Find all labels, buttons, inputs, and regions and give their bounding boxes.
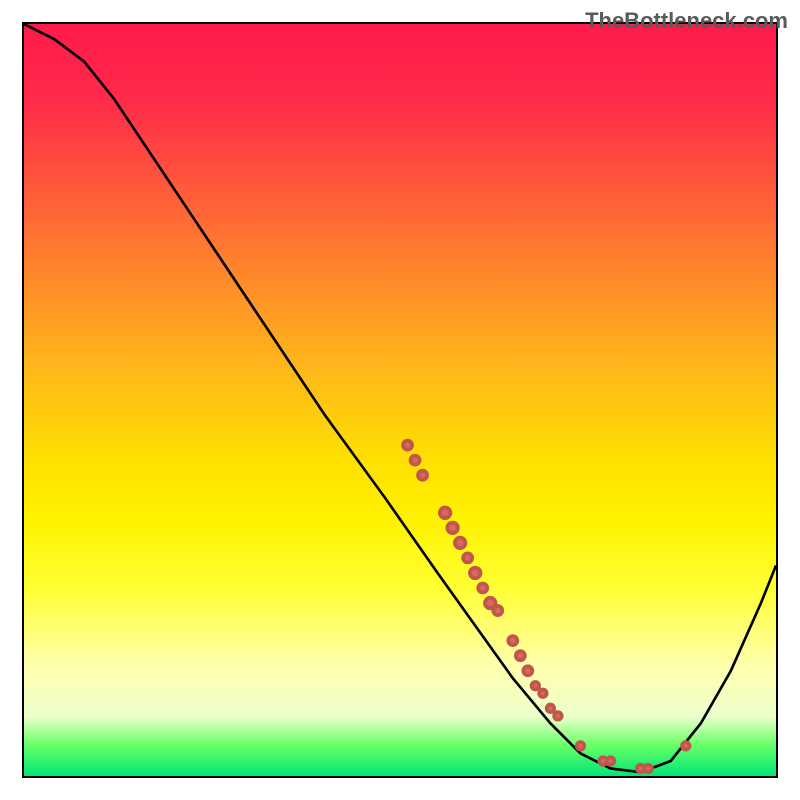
data-point xyxy=(455,538,466,549)
data-point xyxy=(554,712,562,720)
chart-svg xyxy=(24,24,776,776)
data-point xyxy=(682,742,690,750)
data-point xyxy=(607,757,615,765)
data-point xyxy=(493,606,502,615)
data-point xyxy=(508,636,517,645)
data-point xyxy=(418,471,427,480)
data-point xyxy=(644,765,652,773)
data-point xyxy=(411,456,420,465)
data-point xyxy=(463,553,472,562)
scatter-points-group xyxy=(403,441,690,773)
data-point xyxy=(532,682,540,690)
data-point xyxy=(478,583,487,592)
data-point xyxy=(403,441,412,450)
data-point xyxy=(577,742,585,750)
bottleneck-curve xyxy=(24,24,776,772)
data-point xyxy=(539,690,547,698)
data-point xyxy=(440,508,451,519)
data-point xyxy=(516,651,525,660)
data-point xyxy=(447,523,458,534)
data-point xyxy=(470,568,481,579)
data-point xyxy=(547,705,555,713)
chart-plot-area xyxy=(22,22,778,778)
watermark-text: TheBottleneck.com xyxy=(585,8,788,34)
data-point xyxy=(523,666,532,675)
